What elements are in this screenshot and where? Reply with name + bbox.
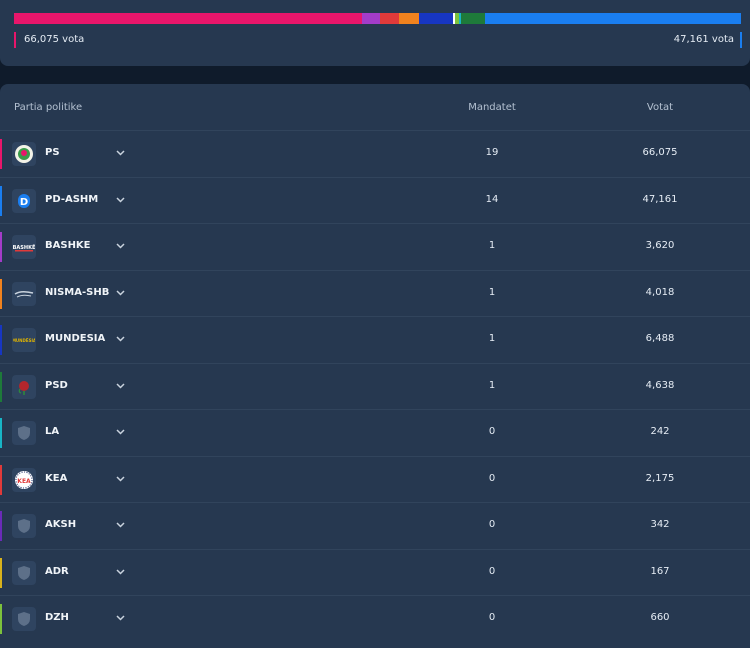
table-row[interactable]: NISMA-SHB 1 4,018 [0,269,750,317]
party-logo-icon: BASHKË [12,235,36,259]
seat-bar-segment [361,13,381,24]
shield-placeholder-icon [12,560,36,585]
party-color-stripe [0,325,2,355]
party-name: PSD [45,379,68,391]
party-votes: 4,018 [645,286,675,298]
party-logo-icon: MUNDËSIA [12,328,36,352]
table-row[interactable]: BASHKË BASHKE 1 3,620 [0,223,750,270]
party-seats: 14 [485,193,499,205]
party-color-stripe [0,232,2,262]
party-color-stripe [0,464,2,495]
svg-text:D: D [20,197,28,208]
party-logo-icon [12,281,36,306]
chevron-down-icon[interactable] [114,284,126,302]
party-color-stripe [0,278,2,309]
party-votes: 342 [650,519,670,530]
party-name: MUNDESIA [45,333,106,344]
party-seats: 0 [488,472,496,484]
party-logo-icon: KEA [12,467,36,492]
party-name: NISMA-SHB [45,286,110,298]
seat-summary-card: 66,075 vota 47,161 vota [0,0,750,66]
header-votes: Votat [646,102,674,113]
chevron-down-icon[interactable] [114,609,126,627]
party-votes: 2,175 [645,472,675,484]
results-table: Partia politike Mandatet Votat PS 19 66,07… [0,84,750,648]
leading-party-votes: 66,075 vota [14,32,84,48]
party-color-stripe [0,511,2,541]
party-color-stripe [0,418,2,448]
chevron-down-icon[interactable] [114,516,126,534]
party-color-stripe [0,604,2,634]
party-seats: 1 [488,333,496,344]
seat-bar-segment [14,13,362,24]
second-party-votes: 47,161 vota [674,32,742,48]
party-seats: 1 [488,379,496,391]
party-color-stripe [0,371,2,402]
chevron-down-icon[interactable] [114,330,126,348]
table-row[interactable]: ADR 0 167 [0,548,750,596]
party-seats: 0 [488,612,496,623]
party-seats: 0 [488,519,496,530]
party-name: DZH [45,612,69,623]
seat-distribution-bar [14,13,741,24]
chevron-down-icon[interactable] [114,563,126,581]
party-name: AKSH [45,519,77,530]
seat-bar-segment [418,13,454,24]
party-votes: 66,075 [642,147,678,158]
table-row[interactable]: AKSH 0 342 [0,502,750,549]
table-row[interactable]: DZH 0 660 [0,595,750,642]
party-logo-icon [12,374,36,399]
chevron-down-icon[interactable] [114,377,126,395]
party-logo-icon: D [12,188,36,213]
party-seats: 1 [488,286,496,298]
chevron-down-icon[interactable] [114,237,126,255]
table-row[interactable]: D PD-ASHM 14 47,161 [0,176,750,224]
party-votes: 6,488 [645,333,675,344]
table-header: Partia politike Mandatet Votat [0,84,750,130]
party-votes: 242 [650,426,670,437]
seat-bar-segment [398,13,419,24]
party-name: PD-ASHM [45,193,99,205]
chevron-down-icon[interactable] [114,144,126,162]
party-votes: 660 [650,612,670,623]
party-seats: 0 [488,565,496,577]
shield-placeholder-icon [12,607,36,631]
party-name: KEA [45,472,68,484]
party-logo-icon [12,142,36,166]
shield-placeholder-icon [12,514,36,538]
header-seats: Mandatet [468,102,516,113]
svg-text:MUNDËSIA: MUNDËSIA [13,338,35,343]
seat-bar-segment [460,13,485,24]
party-color-stripe [0,557,2,588]
party-name: ADR [45,565,69,577]
chevron-down-icon[interactable] [114,191,126,209]
party-name: PS [45,147,60,158]
table-row[interactable]: LA 0 242 [0,409,750,456]
party-votes: 4,638 [645,379,675,391]
chevron-down-icon[interactable] [114,423,126,441]
party-votes: 167 [650,565,670,577]
table-row[interactable]: MUNDËSIA MUNDESIA 1 6,488 [0,316,750,363]
table-row[interactable]: PS 19 66,075 [0,130,750,177]
party-seats: 1 [488,240,496,251]
header-party: Partia politike [14,102,83,113]
party-seats: 0 [488,426,496,437]
party-votes: 47,161 [642,193,678,205]
seat-bar-segment [380,13,399,24]
party-name: BASHKE [45,240,91,251]
seat-bar-segment [484,13,741,24]
table-row[interactable]: KEA KEA 0 2,175 [0,455,750,503]
party-name: LA [45,426,60,437]
svg-text:BASHKË: BASHKË [13,244,35,251]
party-votes: 3,620 [645,240,675,251]
party-color-stripe [0,139,2,169]
party-color-stripe [0,185,2,216]
chevron-down-icon[interactable] [114,470,126,488]
svg-text:KEA: KEA [17,478,31,485]
table-row[interactable]: PSD 1 4,638 [0,362,750,410]
party-seats: 19 [485,147,499,158]
shield-placeholder-icon [12,421,36,445]
